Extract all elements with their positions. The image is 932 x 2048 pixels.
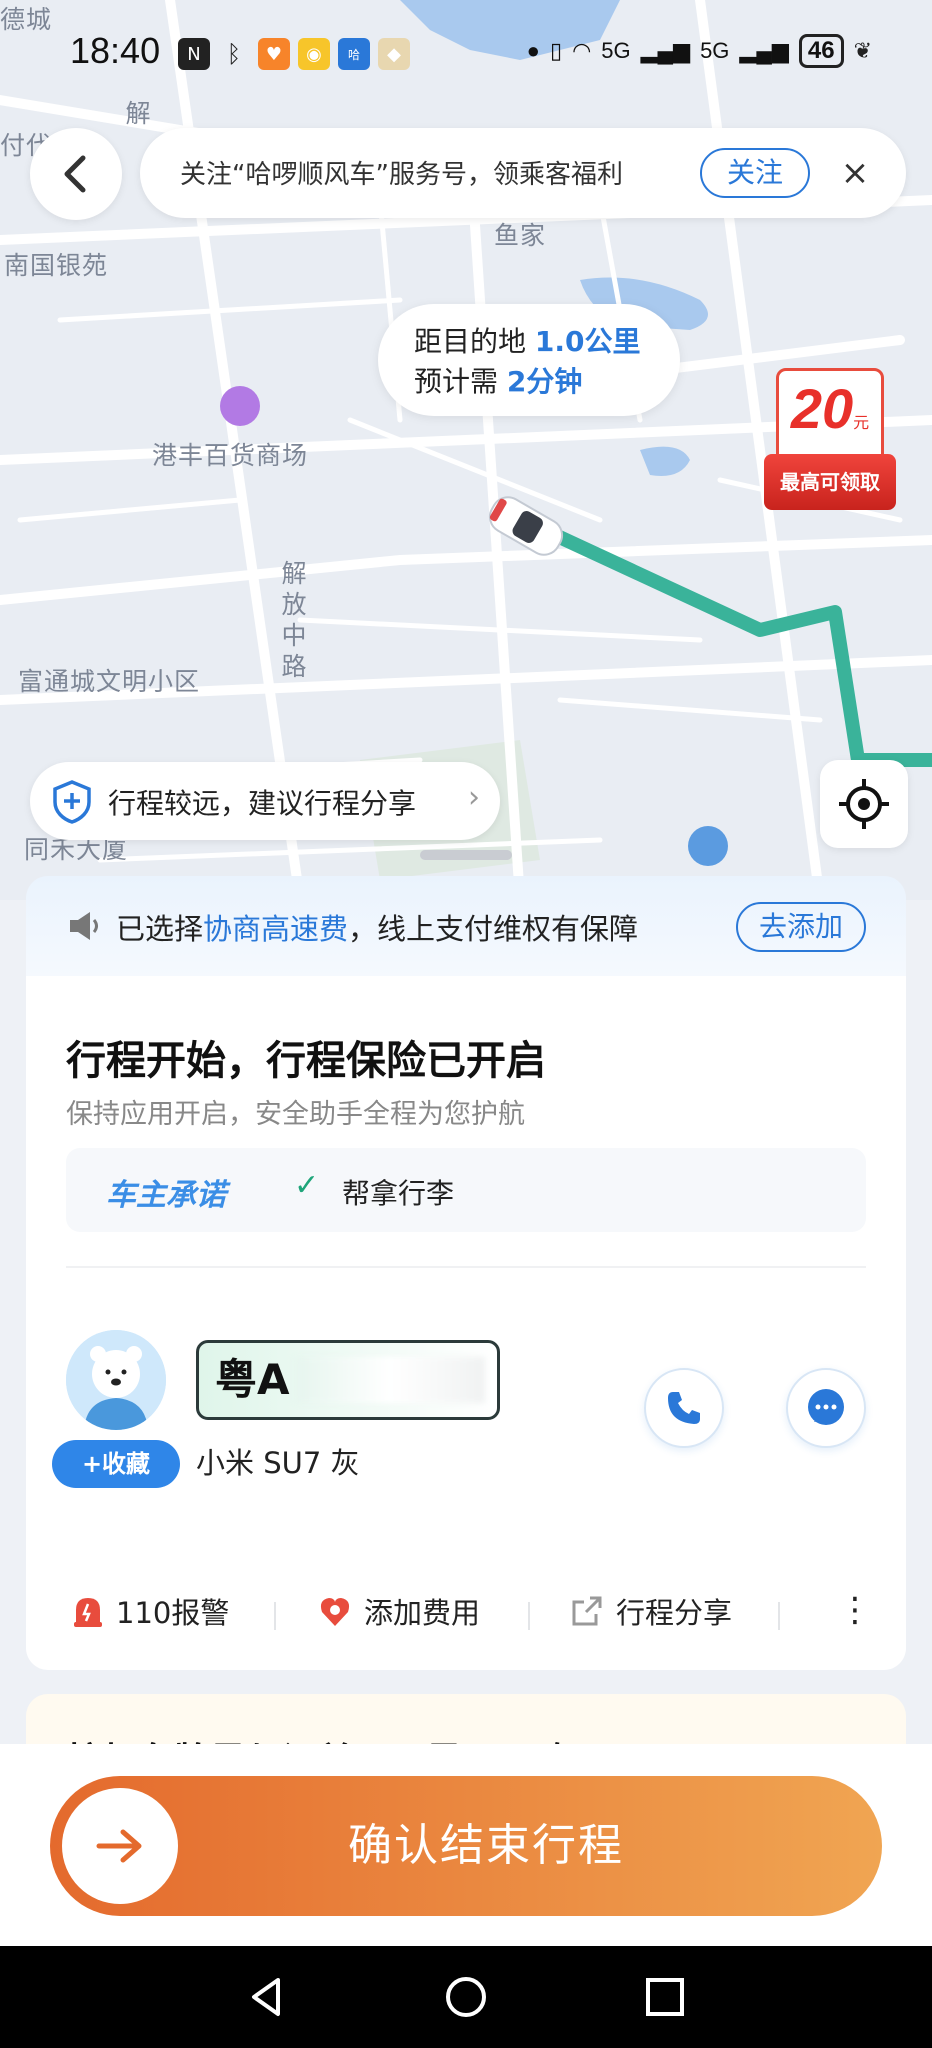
- driver-promise: 车主承诺 ✓ 帮拿行李: [66, 1148, 866, 1232]
- map-label: 港丰百货商场: [152, 441, 309, 470]
- share-suggestion-text: 行程较远，建议行程分享: [108, 787, 417, 820]
- notice-highlight[interactable]: 协商高速费: [203, 912, 348, 946]
- license-plate: 粤A: [196, 1340, 500, 1420]
- map-label: 解放中路: [278, 560, 307, 684]
- alarm-icon: [74, 1598, 102, 1627]
- signal-icon: ▂▄▆: [739, 38, 789, 63]
- car-model: 小米 SU7 灰: [196, 1446, 360, 1480]
- action-label: 行程分享: [616, 1596, 733, 1630]
- close-icon[interactable]: ×: [830, 148, 880, 198]
- coupon-label: 最高可领取: [764, 454, 896, 510]
- map-label: 南国银苑: [4, 251, 109, 280]
- coupon-badge[interactable]: 20元 最高可领取: [764, 368, 896, 514]
- divider: [274, 1602, 276, 1630]
- eta-prefix: 预计需: [414, 365, 499, 398]
- location-icon: ●: [526, 38, 540, 63]
- status-time: 18:40: [70, 30, 161, 71]
- chat-icon: [808, 1389, 844, 1425]
- map-view[interactable]: 德城 付代 南国银苑 鱼家 港丰百货商场 解放中路 富通城文明小区 同禾大厦 解…: [0, 0, 932, 900]
- police-action[interactable]: 110报警: [72, 1590, 229, 1632]
- more-icon[interactable]: ⋮: [838, 1590, 872, 1630]
- add-fee-action[interactable]: 添加费用: [318, 1590, 480, 1632]
- speaker-icon: [70, 912, 98, 940]
- divider: [528, 1602, 530, 1630]
- follow-banner: 关注“哈啰顺风车”服务号，领乘客福利 关注 ×: [140, 128, 906, 218]
- nav-home-icon[interactable]: [443, 1974, 489, 2020]
- weibo-icon: ◉: [298, 38, 330, 70]
- signal-icon: ▂▄▆: [640, 38, 691, 63]
- chevron-right-icon: ›: [468, 780, 480, 815]
- system-nav-bar: [0, 1946, 932, 2048]
- locate-button[interactable]: [820, 760, 908, 848]
- promise-item: 帮拿行李: [342, 1177, 455, 1210]
- network-label: 5G: [601, 38, 631, 63]
- map-label: 解: [122, 100, 151, 131]
- notice-text: 已选择协商高速费，线上支付维权有保障: [116, 912, 639, 946]
- back-button[interactable]: [30, 128, 122, 220]
- call-button[interactable]: [644, 1368, 724, 1448]
- divider: [778, 1602, 780, 1630]
- network-label: 5G: [700, 38, 730, 63]
- battery-indicator: 46: [798, 34, 844, 68]
- share-suggestion[interactable]: 行程较远，建议行程分享 ›: [30, 762, 500, 840]
- eta-value: 2分钟: [506, 365, 583, 398]
- message-button[interactable]: [786, 1368, 866, 1448]
- confirm-label: 确认结束行程: [348, 1820, 624, 1871]
- nfc-icon: N: [178, 38, 210, 70]
- divider: [66, 1266, 866, 1268]
- distance-bubble: 距目的地 1.0公里 预计需 2分钟: [378, 304, 680, 416]
- back-arrow-icon: [64, 155, 86, 193]
- bottom-action-bar: 确认结束行程: [0, 1744, 932, 1946]
- phone-icon: [668, 1392, 700, 1424]
- nav-back-icon[interactable]: [244, 1974, 290, 2020]
- plate-text: 粤A: [215, 1355, 290, 1404]
- status-bar: 18:40 N ᛒ ♥ ◉ 哈 ◆ ● ▯ ◠ 5G ▂▄▆ 5G ▂▄▆ 46…: [0, 30, 932, 80]
- coupon-unit: 元: [853, 413, 870, 432]
- wifi-icon: ◠: [572, 38, 592, 63]
- share-icon: [572, 1596, 602, 1626]
- bluetooth-icon: ᛒ: [226, 40, 242, 68]
- sheet-handle[interactable]: [420, 850, 512, 860]
- distance-prefix: 距目的地: [414, 325, 527, 358]
- locate-icon: [839, 779, 889, 829]
- status-system-icons: ● ▯ ◠ 5G ▂▄▆ 5G ▂▄▆ 46 ❦: [527, 34, 872, 68]
- fee-icon: [320, 1598, 350, 1626]
- follow-button[interactable]: 关注: [700, 148, 810, 198]
- shield-icon: [53, 780, 91, 824]
- app-icon: ♥: [258, 38, 290, 70]
- hello-app-icon: 哈: [338, 38, 370, 70]
- favorite-button[interactable]: +收藏: [52, 1440, 180, 1488]
- map-label: 富通城文明小区: [18, 667, 201, 696]
- plate-blur: [295, 1357, 485, 1403]
- add-button[interactable]: 去添加: [736, 902, 866, 952]
- map-label: 鱼家: [494, 221, 547, 250]
- trip-title: 行程开始，行程保险已开启: [66, 1038, 546, 1084]
- trip-actions: 110报警 添加费用 行程分享 ⋮: [26, 1580, 906, 1644]
- distance-value: 1.0公里: [534, 325, 641, 358]
- share-action[interactable]: 行程分享: [570, 1590, 732, 1632]
- promise-brand: 车主承诺: [106, 1178, 226, 1213]
- trip-subtitle: 保持应用开启，安全助手全程为您护航: [66, 1099, 525, 1130]
- check-icon: ✓: [294, 1168, 320, 1203]
- action-label: 110报警: [116, 1596, 230, 1630]
- coupon-amount: 20: [790, 377, 854, 440]
- app-icon: ◆: [378, 38, 410, 70]
- leaf-icon: ❦: [853, 38, 872, 63]
- driver-avatar[interactable]: [66, 1330, 166, 1430]
- trip-card: 行程开始，行程保险已开启 保持应用开启，安全助手全程为您护航 车主承诺 ✓ 帮拿…: [26, 976, 906, 1670]
- action-label: 添加费用: [364, 1596, 481, 1630]
- follow-banner-text: 关注“哈啰顺风车”服务号，领乘客福利: [180, 160, 623, 190]
- bear-avatar-icon: [66, 1330, 166, 1430]
- vibrate-icon: ▯: [549, 38, 563, 63]
- highway-fee-notice: 已选择协商高速费，线上支付维权有保障 去添加: [26, 876, 906, 976]
- confirm-end-trip-button[interactable]: 确认结束行程: [50, 1776, 882, 1916]
- nav-recents-icon[interactable]: [642, 1974, 688, 2020]
- status-app-icons: N ᛒ ♥ ◉ 哈 ◆: [178, 38, 410, 70]
